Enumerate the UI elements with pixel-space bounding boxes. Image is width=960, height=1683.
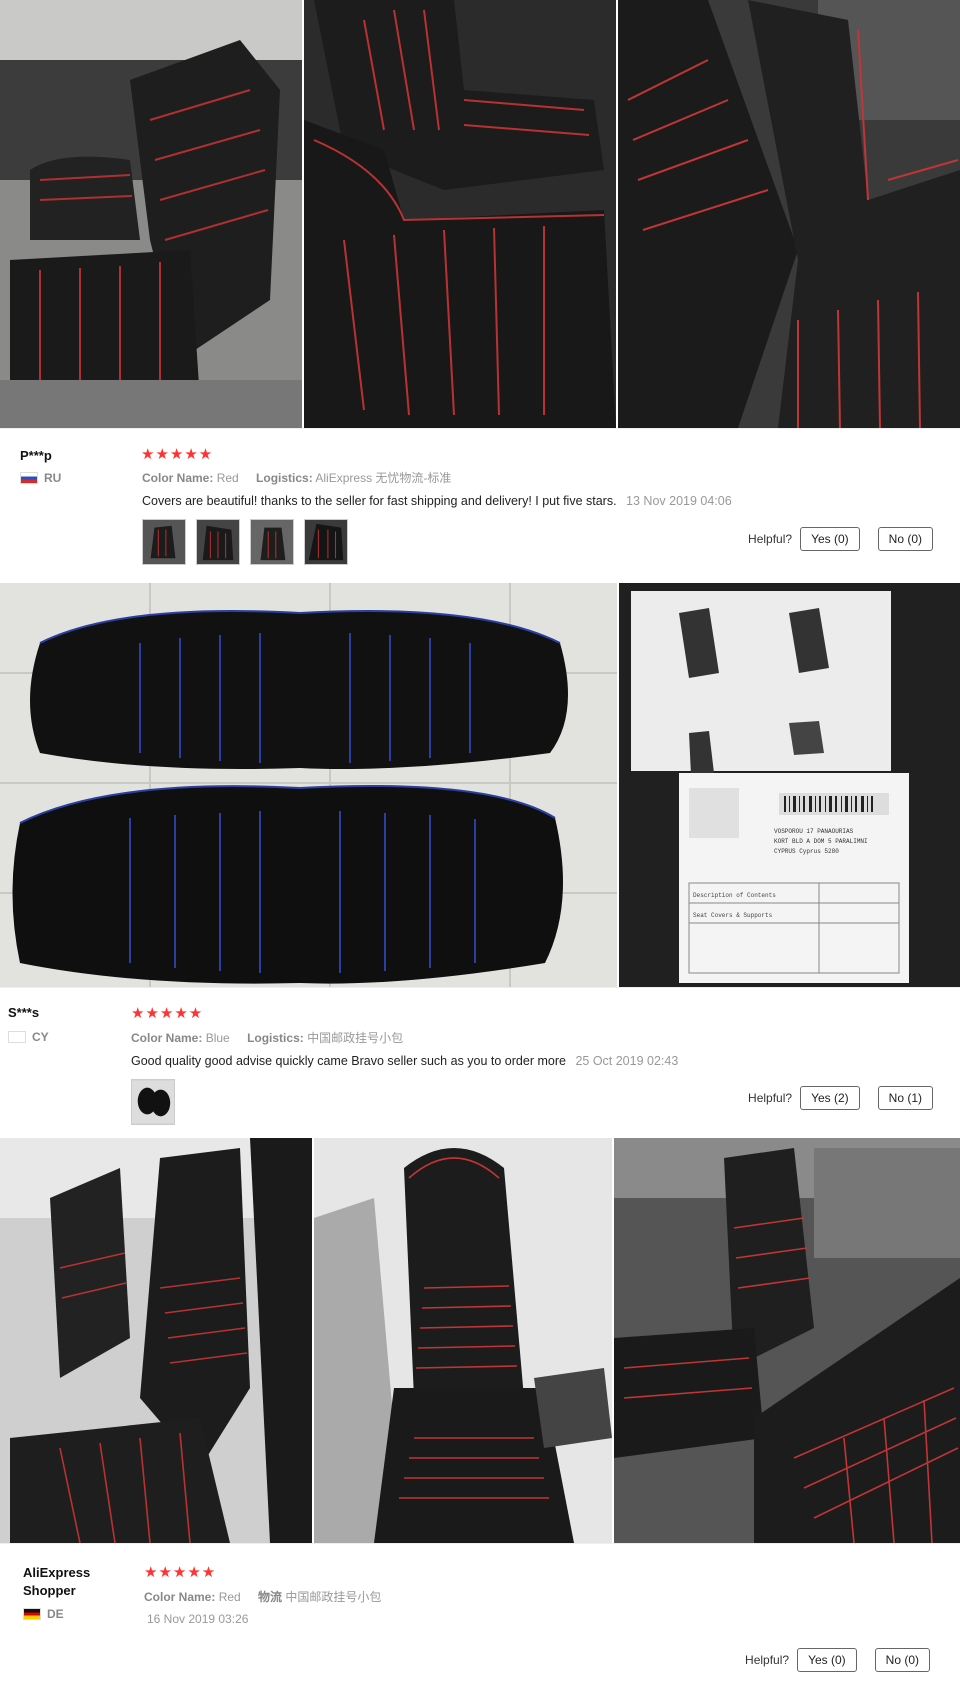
flag-ru-icon	[20, 472, 38, 484]
color-label: Color Name:	[142, 471, 214, 485]
reviewer-name-line1: AliExpress	[23, 1565, 91, 1580]
color-value: Blue	[205, 1031, 230, 1045]
flag-cy-icon	[8, 1031, 26, 1043]
package-desc-label: Description of Contents	[693, 892, 776, 899]
review-date: 16 Nov 2019 03:26	[147, 1612, 249, 1626]
helpful-controls: Helpful? Yes (0) No (0)	[748, 527, 933, 551]
review-card: S***s CY ★★★★★ Color Name: Blue Logistic…	[0, 987, 960, 1133]
helpful-yes-button[interactable]: Yes (0)	[797, 1648, 857, 1672]
review-text-line: Good quality good advise quickly came Br…	[131, 1054, 678, 1068]
color-label: Color Name:	[144, 1590, 216, 1604]
review-photo-2[interactable]	[304, 0, 616, 428]
review-thumbnail[interactable]	[250, 519, 294, 565]
review-text: Covers are beautiful! thanks to the sell…	[142, 494, 617, 508]
package-address-line1: VOSPOROU 17 PANAOURIAS	[774, 828, 854, 835]
review-thumbnail[interactable]	[196, 519, 240, 565]
helpful-no-button[interactable]: No (0)	[877, 527, 933, 551]
review-meta: Color Name: Blue Logistics: 中国邮政挂号小包	[131, 1029, 403, 1046]
helpful-no-button[interactable]: No (1)	[877, 1086, 933, 1110]
reviewer-country: DE	[23, 1607, 64, 1621]
review-photo-1[interactable]	[0, 0, 302, 428]
helpful-no-button[interactable]: No (0)	[874, 1648, 930, 1672]
package-address-line3: CYPRUS Cyprus 5280	[774, 848, 839, 855]
review-text: Good quality good advise quickly came Br…	[131, 1054, 566, 1068]
flag-de-icon	[23, 1608, 41, 1620]
review-meta: Color Name: Red Logistics: AliExpress 无忧…	[142, 469, 451, 486]
helpful-controls: Helpful? Yes (2) No (1)	[748, 1086, 933, 1110]
package-address-line2: KORT BLD A DOM 5 PARALIMNI	[774, 838, 868, 845]
helpful-label: Helpful?	[748, 1091, 793, 1105]
helpful-yes-button[interactable]: Yes (0)	[800, 527, 860, 551]
logistics-label: Logistics:	[256, 471, 313, 485]
rating-stars: ★★★★★	[141, 446, 214, 463]
review-thumbnail[interactable]	[131, 1079, 175, 1125]
rating-stars: ★★★★★	[131, 1005, 204, 1022]
logistics-label: 物流	[258, 1590, 283, 1604]
helpful-label: Helpful?	[745, 1653, 790, 1667]
helpful-controls: Helpful? Yes (0) No (0)	[745, 1648, 930, 1672]
review-photo-4[interactable]	[0, 583, 617, 987]
review-photo-6[interactable]	[0, 1138, 312, 1543]
reviewer-country: RU	[20, 471, 61, 485]
review-date: 25 Oct 2019 02:43	[575, 1054, 679, 1068]
review-card: P***p RU ★★★★★ Color Name: Red Logistics…	[0, 428, 960, 582]
helpful-label: Helpful?	[748, 532, 793, 546]
rating-stars: ★★★★★	[144, 1564, 217, 1581]
reviewer-name: P***p	[20, 448, 52, 463]
review-thumbnails	[142, 519, 348, 565]
review-photo-7[interactable]	[314, 1138, 612, 1543]
color-label: Color Name:	[131, 1031, 203, 1045]
logistics-value: 中国邮政挂号小包	[285, 1590, 382, 1604]
country-code: RU	[44, 471, 62, 485]
review-text-line: Covers are beautiful! thanks to the sell…	[142, 494, 732, 508]
logistics-label: Logistics:	[247, 1031, 304, 1045]
country-code: CY	[32, 1030, 49, 1044]
review-photo-5[interactable]: VOSPOROU 17 PANAOURIAS KORT BLD A DOM 5 …	[619, 583, 960, 987]
reviewer-name-line2: Shopper	[23, 1583, 76, 1598]
reviewer-country: CY	[8, 1030, 49, 1044]
review-date: 13 Nov 2019 04:06	[626, 494, 732, 508]
review-thumbnail[interactable]	[142, 519, 186, 565]
review-photo-8[interactable]	[614, 1138, 960, 1543]
review-meta: Color Name: Red 物流 中国邮政挂号小包	[144, 1588, 381, 1605]
review-thumbnail[interactable]	[304, 519, 348, 565]
reviewer-name: S***s	[8, 1005, 40, 1020]
logistics-value: AliExpress 无忧物流-标准	[315, 471, 452, 485]
package-item: Seat Covers & Supports	[693, 912, 773, 919]
reviewer-name: AliExpress Shopper	[23, 1564, 90, 1600]
helpful-yes-button[interactable]: Yes (2)	[800, 1086, 860, 1110]
review-thumbnails	[131, 1079, 175, 1125]
country-code: DE	[47, 1607, 64, 1621]
review-card: AliExpress Shopper DE ★★★★★ Color Name: …	[0, 1543, 960, 1683]
review-photo-3[interactable]	[618, 0, 960, 428]
color-value: Red	[216, 471, 239, 485]
logistics-value: 中国邮政挂号小包	[307, 1031, 404, 1045]
color-value: Red	[218, 1590, 241, 1604]
